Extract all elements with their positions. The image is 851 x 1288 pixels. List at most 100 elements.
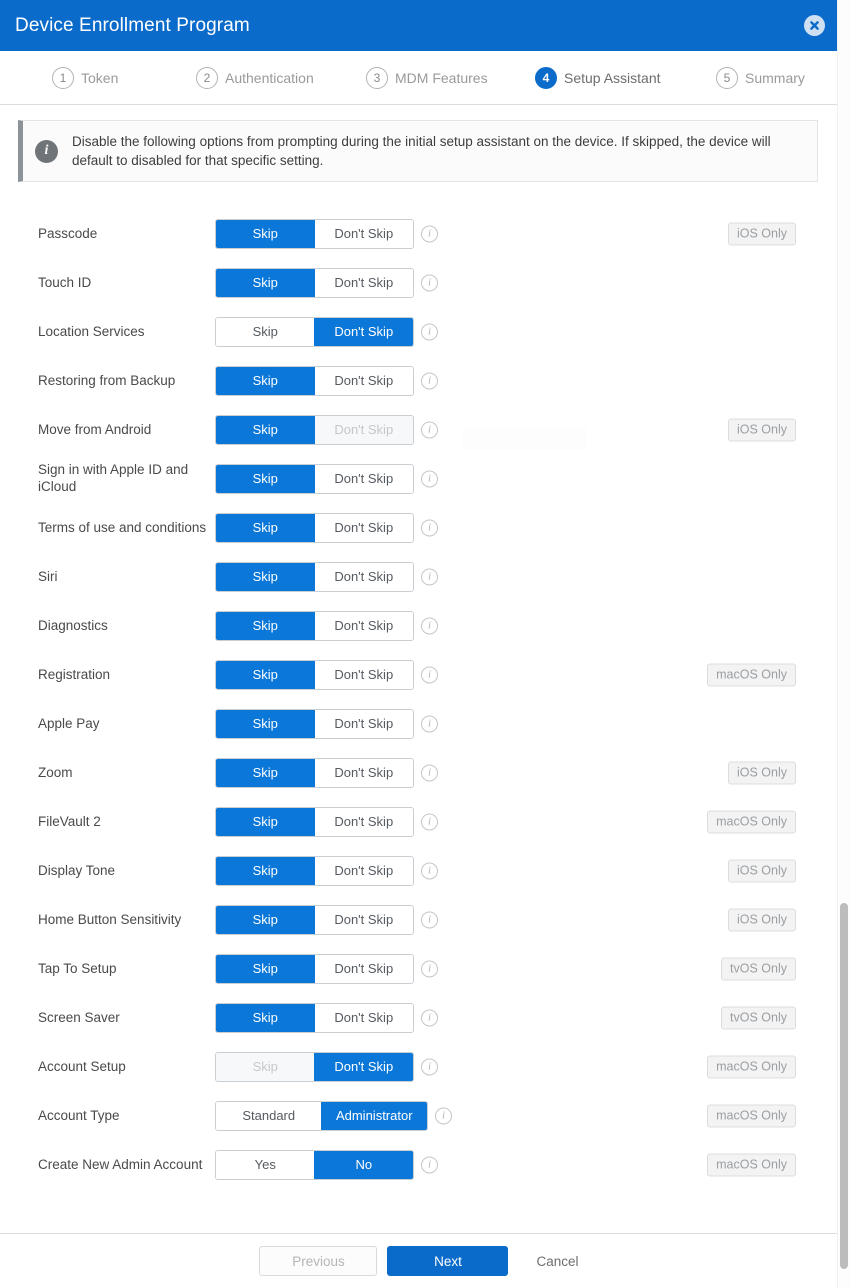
step-setup-assistant[interactable]: 4 Setup Assistant bbox=[535, 51, 661, 105]
close-icon[interactable] bbox=[804, 15, 825, 36]
toggle-option-don-t-skip[interactable]: Don't Skip bbox=[313, 1052, 413, 1081]
step-mdm-features[interactable]: 3 MDM Features bbox=[366, 51, 488, 105]
option-label: Account Type bbox=[38, 1107, 120, 1123]
option-row-restoring-from-backup: Restoring from Backup Skip Don't Skip i bbox=[0, 356, 838, 405]
toggle-option-skip[interactable]: Skip bbox=[216, 366, 316, 395]
toggle-option-don-t-skip[interactable]: Don't Skip bbox=[314, 562, 413, 591]
option-toggle: Skip Don't Skip bbox=[215, 806, 414, 837]
option-row-sign-in-with-apple-id-and-icloud: Sign in with Apple ID and iCloud Skip Don'… bbox=[0, 454, 838, 503]
toggle-option-don-t-skip[interactable]: Don't Skip bbox=[314, 807, 413, 836]
info-icon[interactable]: i bbox=[421, 1156, 438, 1173]
option-label: Apple Pay bbox=[38, 715, 100, 731]
toggle-option-don-t-skip[interactable]: Don't Skip bbox=[314, 366, 413, 395]
toggle-option-skip[interactable]: Skip bbox=[216, 709, 316, 738]
toggle-option-don-t-skip[interactable]: Don't Skip bbox=[314, 611, 413, 640]
option-toggle: Skip Don't Skip bbox=[215, 365, 414, 396]
toggle-option-don-t-skip[interactable]: Don't Skip bbox=[314, 268, 413, 297]
option-label: Create New Admin Account bbox=[38, 1156, 203, 1172]
toggle-option-don-t-skip[interactable]: Don't Skip bbox=[314, 954, 413, 983]
toggle-option-skip[interactable]: Skip bbox=[216, 1003, 316, 1032]
toggle-option-don-t-skip[interactable]: Don't Skip bbox=[314, 709, 413, 738]
toggle-option-skip[interactable]: Skip bbox=[216, 660, 316, 689]
option-toggle: Skip Don't Skip bbox=[215, 561, 414, 592]
info-icon[interactable]: i bbox=[421, 764, 438, 781]
toggle-option-skip[interactable]: Skip bbox=[216, 219, 316, 248]
info-icon[interactable]: i bbox=[421, 813, 438, 830]
toggle-option-yes[interactable]: Yes bbox=[216, 1150, 315, 1179]
info-icon[interactable]: i bbox=[421, 715, 438, 732]
toggle-option-don-t-skip[interactable]: Don't Skip bbox=[314, 660, 413, 689]
info-icon[interactable]: i bbox=[421, 960, 438, 977]
platform-badge: iOS Only bbox=[727, 908, 796, 931]
info-icon[interactable]: i bbox=[421, 617, 438, 634]
toggle-option-skip[interactable]: Skip bbox=[216, 856, 316, 885]
option-label: Display Tone bbox=[38, 862, 116, 878]
option-row-account-setup: Account Setup Skip Don't Skip i macOS Only bbox=[0, 1042, 838, 1091]
step-authentication[interactable]: 2 Authentication bbox=[196, 51, 314, 105]
toggle-option-don-t-skip[interactable]: Don't Skip bbox=[314, 513, 413, 542]
info-icon[interactable]: i bbox=[421, 323, 438, 340]
toggle-option-no[interactable]: No bbox=[313, 1150, 413, 1179]
option-label: Zoom bbox=[38, 764, 73, 780]
step-number: 5 bbox=[716, 67, 738, 89]
option-toggle: Yes No bbox=[215, 1149, 414, 1180]
toggle-option-skip[interactable]: Skip bbox=[216, 954, 316, 983]
option-row-diagnostics: Diagnostics Skip Don't Skip i bbox=[0, 601, 838, 650]
step-token[interactable]: 1 Token bbox=[52, 51, 118, 105]
toggle-option-skip[interactable]: Skip bbox=[216, 317, 315, 346]
toggle-option-skip[interactable]: Skip bbox=[216, 513, 316, 542]
toggle-option-skip[interactable]: Skip bbox=[216, 905, 316, 934]
platform-badge: iOS Only bbox=[727, 761, 796, 784]
page-title: Device Enrollment Program bbox=[15, 14, 250, 36]
option-label: FileVault 2 bbox=[38, 813, 101, 829]
info-icon[interactable]: i bbox=[421, 568, 438, 585]
previous-button[interactable]: Previous bbox=[259, 1246, 378, 1276]
toggle-option-skip[interactable]: Skip bbox=[216, 268, 316, 297]
toggle-option-skip[interactable]: Skip bbox=[216, 464, 316, 493]
option-label: Terms of use and conditions bbox=[38, 519, 207, 535]
step-summary[interactable]: 5 Summary bbox=[716, 51, 805, 105]
toggle-option-don-t-skip[interactable]: Don't Skip bbox=[314, 905, 413, 934]
toggle-option-don-t-skip[interactable]: Don't Skip bbox=[314, 464, 413, 493]
toggle-option-don-t-skip[interactable]: Don't Skip bbox=[314, 1003, 413, 1032]
info-icon[interactable]: i bbox=[435, 1107, 452, 1124]
platform-badge: tvOS Only bbox=[721, 1006, 796, 1029]
step-number: 4 bbox=[535, 67, 557, 89]
option-toggle: Skip Don't Skip bbox=[215, 953, 414, 984]
toggle-option-skip[interactable]: Skip bbox=[216, 807, 316, 836]
info-icon[interactable]: i bbox=[421, 666, 438, 683]
cancel-button[interactable]: Cancel bbox=[536, 1254, 578, 1269]
info-icon[interactable]: i bbox=[421, 372, 438, 389]
option-label: Restoring from Backup bbox=[38, 372, 176, 388]
page-scrollbar-thumb[interactable] bbox=[840, 903, 848, 1269]
info-icon[interactable]: i bbox=[421, 274, 438, 291]
toggle-option-don-t-skip[interactable]: Don't Skip bbox=[314, 758, 413, 787]
info-icon[interactable]: i bbox=[421, 225, 438, 242]
info-icon[interactable]: i bbox=[421, 862, 438, 879]
toggle-option-don-t-skip[interactable]: Don't Skip bbox=[314, 219, 413, 248]
info-icon[interactable]: i bbox=[421, 421, 438, 438]
wizard-stepper: 1 Token 2 Authentication 3 MDM Features … bbox=[0, 51, 838, 105]
toggle-option-skip[interactable]: Skip bbox=[216, 611, 316, 640]
toggle-option-don-t-skip[interactable]: Don't Skip bbox=[313, 317, 413, 346]
step-label: Summary bbox=[745, 70, 805, 86]
platform-badge: macOS Only bbox=[707, 1055, 796, 1078]
info-icon[interactable]: i bbox=[421, 911, 438, 928]
toggle-option-administrator[interactable]: Administrator bbox=[320, 1101, 427, 1130]
info-icon[interactable]: i bbox=[421, 470, 438, 487]
platform-badge: macOS Only bbox=[707, 810, 796, 833]
toggle-option-standard[interactable]: Standard bbox=[216, 1101, 322, 1130]
option-label: Registration bbox=[38, 666, 111, 682]
option-row-screen-saver: Screen Saver Skip Don't Skip i tvOS Only bbox=[0, 993, 838, 1042]
dialog-footer: Previous Next Cancel bbox=[0, 1233, 838, 1288]
option-toggle: Skip Don't Skip bbox=[215, 659, 414, 690]
next-button[interactable]: Next bbox=[387, 1246, 509, 1276]
toggle-option-don-t-skip[interactable]: Don't Skip bbox=[314, 856, 413, 885]
option-toggle: Skip Don't Skip bbox=[215, 267, 414, 298]
toggle-option-skip[interactable]: Skip bbox=[216, 758, 316, 787]
toggle-option-skip[interactable]: Skip bbox=[216, 562, 316, 591]
info-icon[interactable]: i bbox=[421, 1009, 438, 1026]
info-icon[interactable]: i bbox=[421, 1058, 438, 1075]
toggle-option-skip[interactable]: Skip bbox=[216, 415, 316, 444]
info-icon[interactable]: i bbox=[421, 519, 438, 536]
